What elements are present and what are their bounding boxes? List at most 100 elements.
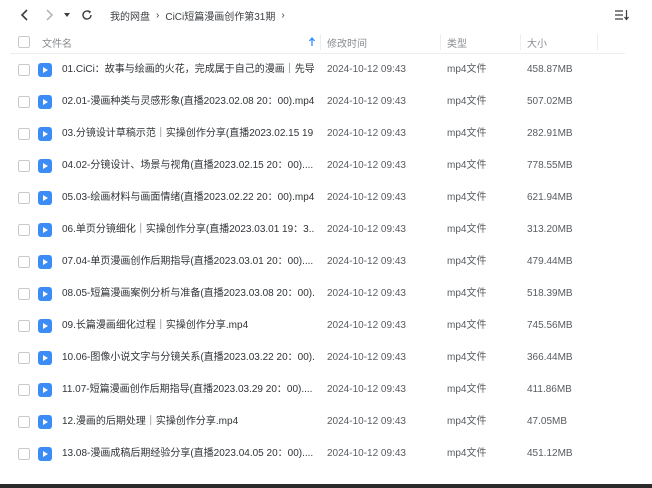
select-all-checkbox[interactable]	[18, 36, 30, 48]
file-size: 47.05MB	[527, 416, 568, 427]
file-name[interactable]: 12.漫画的后期处理｜实操创作分享.mp4	[62, 406, 314, 438]
file-type: mp4文件	[447, 96, 487, 107]
file-modified-date: 2024-10-12 09:43	[327, 448, 406, 459]
back-button[interactable]	[16, 6, 34, 24]
file-row[interactable]: 08.05-短篇漫画案例分析与准备(直播2023.03.08 20：00)...…	[10, 278, 625, 310]
toolbar: 我的网盘 › CiCi短篇漫画创作第31期 ›	[0, 0, 652, 30]
row-checkbox[interactable]	[18, 256, 30, 268]
file-type: mp4文件	[447, 448, 487, 459]
file-name[interactable]: 08.05-短篇漫画案例分析与准备(直播2023.03.08 20：00)...	[62, 278, 314, 310]
file-size: 507.02MB	[527, 96, 573, 107]
column-header-size[interactable]: 大小	[527, 30, 547, 54]
file-row[interactable]: 02.01-漫画种类与灵感形象(直播2023.02.08 20：00).mp4 2…	[10, 86, 625, 118]
chevron-right-icon	[46, 9, 54, 21]
file-row[interactable]: 03.分镜设计草稿示范｜实操创作分享(直播2023.02.15 19... 202…	[10, 118, 625, 150]
file-name[interactable]: 04.02-分镜设计、场景与视角(直播2023.02.15 20：00)....	[62, 150, 314, 182]
file-type: mp4文件	[447, 64, 487, 75]
file-size: 745.56MB	[527, 320, 573, 331]
scrollbar[interactable]	[628, 30, 632, 480]
file-modified-date: 2024-10-12 09:43	[327, 416, 406, 427]
forward-button[interactable]	[40, 6, 58, 24]
file-name[interactable]: 02.01-漫画种类与灵感形象(直播2023.02.08 20：00).mp4	[62, 86, 314, 118]
caret-down-icon	[64, 13, 70, 17]
file-row[interactable]: 10.06-图像小说文字与分镜关系(直播2023.03.22 20：00)...…	[10, 342, 625, 374]
file-row[interactable]: 07.04-单页漫画创作后期指导(直播2023.03.01 20：00)....…	[10, 246, 625, 278]
breadcrumb-item-root[interactable]: 我的网盘	[110, 8, 150, 23]
file-modified-date: 2024-10-12 09:43	[327, 192, 406, 203]
column-header-modified[interactable]: 修改时间	[327, 30, 367, 54]
file-name[interactable]: 05.03-绘画材料与画面情绪(直播2023.02.22 20：00).mp4	[62, 182, 314, 214]
file-name[interactable]: 07.04-单页漫画创作后期指导(直播2023.03.01 20：00)....	[62, 246, 314, 278]
chevron-left-icon	[20, 9, 28, 21]
video-file-icon	[38, 415, 52, 429]
row-checkbox[interactable]	[18, 224, 30, 236]
breadcrumb-item-current[interactable]: CiCi短篇漫画创作第31期	[165, 8, 275, 23]
file-modified-date: 2024-10-12 09:43	[327, 64, 406, 75]
file-modified-date: 2024-10-12 09:43	[327, 320, 406, 331]
row-checkbox[interactable]	[18, 160, 30, 172]
row-checkbox[interactable]	[18, 320, 30, 332]
file-modified-date: 2024-10-12 09:43	[327, 160, 406, 171]
file-type: mp4文件	[447, 320, 487, 331]
file-row[interactable]: 12.漫画的后期处理｜实操创作分享.mp4 2024-10-12 09:43 mp4…	[10, 406, 625, 438]
file-name[interactable]: 03.分镜设计草稿示范｜实操创作分享(直播2023.02.15 19...	[62, 118, 314, 150]
file-size: 458.87MB	[527, 64, 573, 75]
video-file-icon	[38, 319, 52, 333]
file-size: 518.39MB	[527, 288, 573, 299]
sort-view-button[interactable]	[614, 7, 630, 23]
file-row[interactable]: 04.02-分镜设计、场景与视角(直播2023.02.15 20：00)....…	[10, 150, 625, 182]
file-row[interactable]: 09.长篇漫画细化过程｜实操创作分享.mp4 2024-10-12 09:43 mp…	[10, 310, 625, 342]
file-name[interactable]: 11.07-短篇漫画创作后期指导(直播2023.03.29 20：00)....	[62, 374, 314, 406]
file-name[interactable]: 09.长篇漫画细化过程｜实操创作分享.mp4	[62, 310, 314, 342]
video-file-icon	[38, 447, 52, 461]
file-modified-date: 2024-10-12 09:43	[327, 128, 406, 139]
row-checkbox[interactable]	[18, 288, 30, 300]
column-header-type[interactable]: 类型	[447, 30, 467, 54]
row-checkbox[interactable]	[18, 384, 30, 396]
video-file-icon	[38, 63, 52, 77]
file-list-header: 文件名 修改时间 类型 大小	[10, 30, 625, 54]
video-file-icon	[38, 383, 52, 397]
file-size: 313.20MB	[527, 224, 573, 235]
file-modified-date: 2024-10-12 09:43	[327, 256, 406, 267]
breadcrumb-separator-icon: ›	[156, 9, 160, 21]
row-checkbox[interactable]	[18, 96, 30, 108]
column-divider[interactable]	[597, 34, 598, 50]
file-type: mp4文件	[447, 192, 487, 203]
row-checkbox[interactable]	[18, 192, 30, 204]
history-dropdown-button[interactable]	[60, 6, 74, 24]
row-checkbox[interactable]	[18, 128, 30, 140]
file-row[interactable]: 11.07-短篇漫画创作后期指导(直播2023.03.29 20：00)....…	[10, 374, 625, 406]
row-checkbox[interactable]	[18, 416, 30, 428]
video-file-icon	[38, 159, 52, 173]
file-row[interactable]: 01.CiCi：故事与绘画的火花，完成属于自己的漫画｜先导... 2024-10-…	[10, 54, 625, 86]
file-type: mp4文件	[447, 352, 487, 363]
file-name[interactable]: 06.单页分镜细化｜实操创作分享(直播2023.03.01 19：3...	[62, 214, 314, 246]
sort-list-icon	[615, 10, 629, 21]
file-type: mp4文件	[447, 416, 487, 427]
file-type: mp4文件	[447, 256, 487, 267]
file-row[interactable]: 06.单页分镜细化｜实操创作分享(直播2023.03.01 19：3... 202…	[10, 214, 625, 246]
file-size: 451.12MB	[527, 448, 573, 459]
file-name[interactable]: 01.CiCi：故事与绘画的火花，完成属于自己的漫画｜先导...	[62, 54, 314, 86]
file-type: mp4文件	[447, 224, 487, 235]
file-row[interactable]: 13.08-漫画成稿后期经验分享(直播2023.04.05 20：00)....…	[10, 438, 625, 470]
file-name[interactable]: 10.06-图像小说文字与分镜关系(直播2023.03.22 20：00)...…	[62, 342, 314, 374]
column-divider[interactable]	[440, 34, 441, 50]
column-divider[interactable]	[320, 34, 321, 50]
video-file-icon	[38, 351, 52, 365]
row-checkbox[interactable]	[18, 448, 30, 460]
file-row[interactable]: 05.03-绘画材料与画面情绪(直播2023.02.22 20：00).mp4 2…	[10, 182, 625, 214]
file-name[interactable]: 13.08-漫画成稿后期经验分享(直播2023.04.05 20：00)....	[62, 438, 314, 470]
refresh-button[interactable]	[78, 6, 96, 24]
file-type: mp4文件	[447, 160, 487, 171]
row-checkbox[interactable]	[18, 64, 30, 76]
video-file-icon	[38, 255, 52, 269]
breadcrumb: 我的网盘 › CiCi短篇漫画创作第31期 ›	[110, 0, 291, 30]
row-checkbox[interactable]	[18, 352, 30, 364]
column-header-name[interactable]: 文件名	[42, 30, 72, 54]
column-divider[interactable]	[520, 34, 521, 50]
breadcrumb-separator-icon: ›	[281, 9, 285, 21]
window-bottom-edge	[0, 484, 652, 488]
sort-ascending-icon[interactable]	[308, 35, 316, 49]
